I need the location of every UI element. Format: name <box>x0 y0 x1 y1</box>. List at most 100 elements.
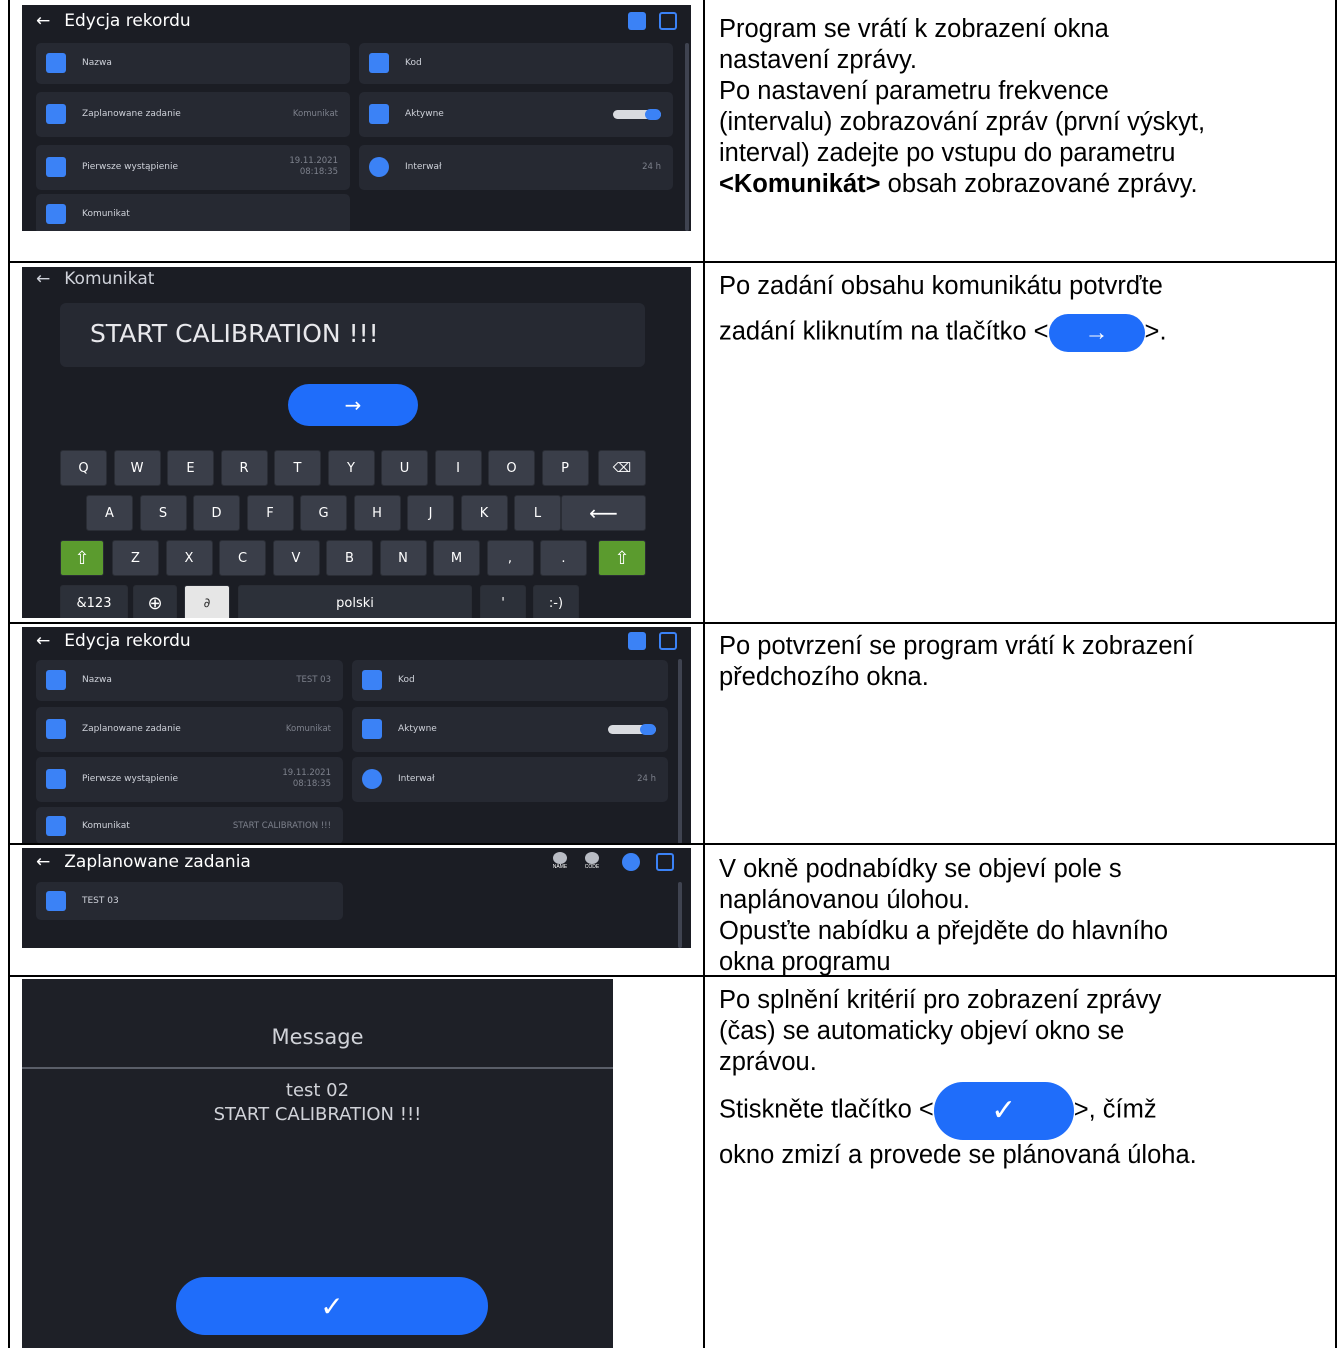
back-arrow-icon[interactable]: ← <box>36 631 50 651</box>
key-w[interactable]: W <box>113 450 161 486</box>
row-3-description: Po potvrzení se program vrátí k zobrazen… <box>719 632 1194 691</box>
clock-icon <box>362 769 382 789</box>
card-zaplanowane-zadanie[interactable]: Zaplanowane zadanie Komunikat <box>36 92 350 137</box>
message-icon <box>46 816 66 836</box>
key-f[interactable]: F <box>246 495 294 531</box>
globe-icon[interactable]: ⊕ <box>133 585 177 618</box>
printer-icon[interactable] <box>628 632 646 650</box>
scrollbar[interactable] <box>685 43 689 231</box>
key-q[interactable]: Q <box>60 450 107 486</box>
add-icon[interactable] <box>622 853 640 871</box>
card-pierwsze-wystapienie[interactable]: Pierwsze wystąpienie 19.11.2021 08:18:35 <box>36 145 350 190</box>
card-interwal[interactable]: Interwał 24 h <box>352 757 668 802</box>
row-2-description: Po zadání obsahu komunikátu potvrďte zad… <box>719 271 1167 352</box>
key-p[interactable]: P <box>541 450 589 486</box>
card-nazwa[interactable]: Nazwa TEST 03 <box>36 660 343 701</box>
screen-edit-record-1: ← Edycja rekordu Nazwa Kod Zaplanowane za… <box>22 5 691 231</box>
space-key[interactable]: polski <box>238 585 472 618</box>
card-nazwa[interactable]: Nazwa <box>36 43 350 84</box>
confirm-check-button[interactable]: ✓ <box>176 1277 488 1335</box>
key-t[interactable]: T <box>274 450 321 486</box>
active-toggle[interactable] <box>608 724 656 735</box>
search-by-code-icon[interactable]: CODE <box>582 852 602 870</box>
key-h[interactable]: H <box>353 495 401 531</box>
numeric-key[interactable]: &123 <box>60 585 128 618</box>
calendar-clock-icon <box>46 769 66 789</box>
code-icon <box>362 670 382 690</box>
key-comma[interactable]: , <box>486 540 534 576</box>
calendar-clock-icon <box>46 157 66 177</box>
card-aktywne[interactable]: Aktywne <box>352 707 668 752</box>
handwriting-icon[interactable]: ∂ <box>184 585 230 618</box>
key-s[interactable]: S <box>139 495 187 531</box>
dialog-divider <box>22 1067 613 1069</box>
key-n[interactable]: N <box>379 540 427 576</box>
key-o[interactable]: O <box>488 450 535 486</box>
row-5-description: Po splnění kritérií pro zobrazení zprávy… <box>719 986 1197 1169</box>
card-pierwsze-wystapienie[interactable]: Pierwsze wystąpienie 19.11.2021 08:18:35 <box>36 757 343 802</box>
active-toggle[interactable] <box>613 109 661 120</box>
key-c[interactable]: C <box>219 540 266 576</box>
row-5: Message test 02 START CALIBRATION !!! ✓ … <box>10 975 1335 1348</box>
key-l[interactable]: L <box>514 495 561 531</box>
shift-right-key[interactable]: ⇧ <box>598 540 646 576</box>
key-g[interactable]: G <box>300 495 347 531</box>
confirm-arrow-button[interactable]: → <box>288 384 418 426</box>
task-item[interactable]: TEST 03 <box>36 882 343 920</box>
screen-title: ← Edycja rekordu <box>36 11 191 31</box>
row-4-description: V okně podnabídky se objeví pole s naplá… <box>719 855 1169 976</box>
screen-edit-record-2: ← Edycja rekordu Nazwa TEST 03 Kod Zaplan… <box>22 627 691 844</box>
key-j[interactable]: J <box>407 495 454 531</box>
card-komunikat[interactable]: Komunikat <box>36 194 350 231</box>
key-a[interactable]: A <box>86 495 133 531</box>
key-e[interactable]: E <box>167 450 214 486</box>
row-2: ← Komunikat START CALIBRATION !!! → QWERT… <box>10 261 1335 622</box>
screen-title: ← Edycja rekordu <box>36 631 191 651</box>
shift-left-key[interactable]: ⇧ <box>60 540 104 576</box>
row-4: ← Zaplanowane zadania NAME CODE TEST 03 V… <box>10 843 1335 976</box>
card-zaplanowane-zadanie[interactable]: Zaplanowane zadanie Komunikat <box>36 707 343 752</box>
card-aktywne[interactable]: Aktywne <box>359 92 673 137</box>
scrollbar[interactable] <box>678 882 682 948</box>
key-i[interactable]: I <box>434 450 482 486</box>
clock-icon <box>369 157 389 177</box>
key-d[interactable]: D <box>193 495 240 531</box>
scrollbar[interactable] <box>678 659 682 844</box>
message-input[interactable]: START CALIBRATION !!! <box>60 303 645 367</box>
row-1-description: Program se vrátí k zobrazení okna nastav… <box>719 15 1206 198</box>
key-r[interactable]: R <box>220 450 268 486</box>
key-b[interactable]: B <box>326 540 373 576</box>
card-kod[interactable]: Kod <box>359 43 673 84</box>
key-period[interactable]: . <box>540 540 587 576</box>
key-x[interactable]: X <box>165 540 213 576</box>
screen-keyboard: ← Komunikat START CALIBRATION !!! → QWERT… <box>22 267 691 618</box>
exit-icon[interactable] <box>659 632 677 650</box>
smiley-key[interactable]: :-) <box>533 585 579 618</box>
key-v[interactable]: V <box>272 540 320 576</box>
key-y[interactable]: Y <box>327 450 375 486</box>
key-u[interactable]: U <box>381 450 428 486</box>
card-komunikat[interactable]: Komunikat START CALIBRATION !!! <box>36 807 343 844</box>
back-arrow-icon[interactable]: ← <box>36 852 50 872</box>
document-table: ← Edycja rekordu Nazwa Kod Zaplanowane za… <box>8 0 1337 1348</box>
search-by-name-icon[interactable]: NAME <box>550 852 570 870</box>
screen-title: ← Zaplanowane zadania <box>36 852 251 872</box>
apostrophe-key[interactable]: ' <box>480 585 526 618</box>
task-icon <box>46 891 66 911</box>
exit-icon[interactable] <box>656 853 674 871</box>
document-icon <box>46 104 66 124</box>
card-interwal[interactable]: Interwał 24 h <box>359 145 673 190</box>
enter-key[interactable]: ⟵ <box>561 495 646 531</box>
back-arrow-icon[interactable]: ← <box>36 11 50 31</box>
document-icon <box>46 719 66 739</box>
key-z[interactable]: Z <box>112 540 159 576</box>
inline-arrow-button: → <box>1048 314 1145 352</box>
printer-icon[interactable] <box>628 12 646 30</box>
key-k[interactable]: K <box>460 495 508 531</box>
card-kod[interactable]: Kod <box>352 660 668 701</box>
exit-icon[interactable] <box>659 12 677 30</box>
backspace-key[interactable]: ⌫ <box>598 450 646 486</box>
person-card-icon <box>46 670 66 690</box>
back-arrow-icon[interactable]: ← <box>36 269 50 289</box>
key-m[interactable]: M <box>433 540 480 576</box>
